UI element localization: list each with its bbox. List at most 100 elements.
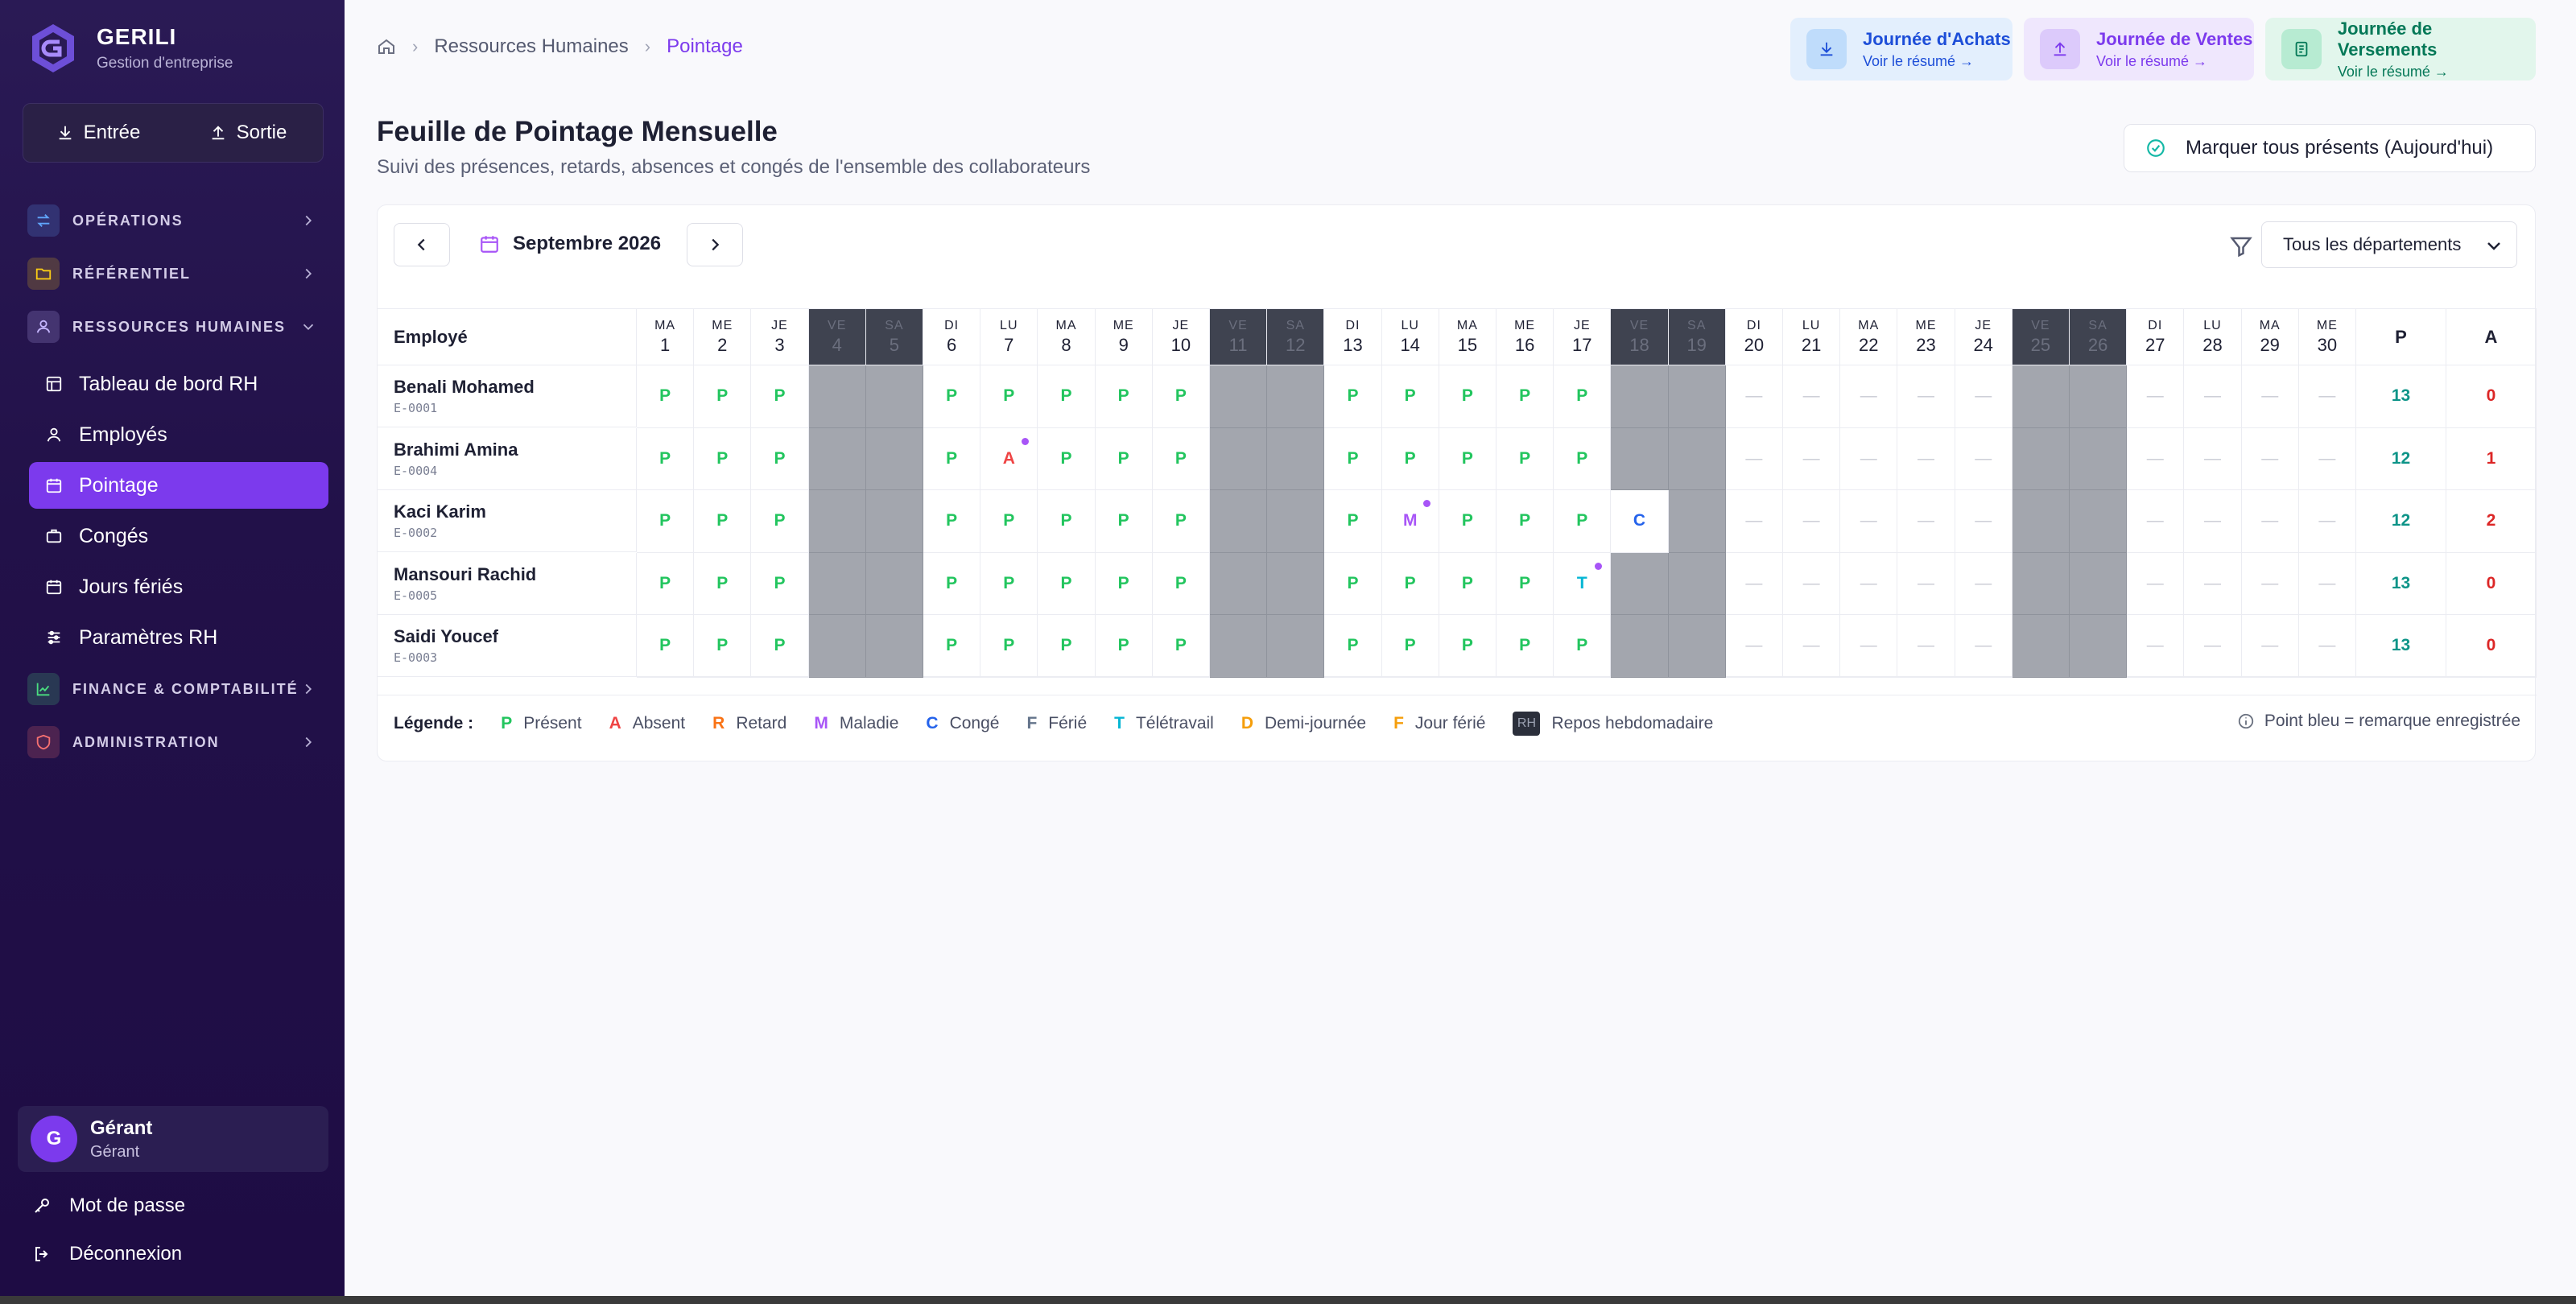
sidebar-item-0[interactable]: Tableau de bord RH — [29, 361, 328, 407]
attendance-cell[interactable]: P — [980, 552, 1038, 615]
attendance-cell[interactable]: T — [1554, 552, 1612, 615]
attendance-cell[interactable]: P — [923, 490, 981, 553]
attendance-cell[interactable]: — — [2184, 552, 2242, 615]
attendance-cell[interactable]: P — [1152, 552, 1210, 615]
attendance-cell[interactable]: P — [1095, 615, 1153, 678]
entry-button[interactable]: Entrée — [23, 104, 173, 162]
attendance-cell[interactable]: C — [1611, 490, 1669, 553]
attendance-cell[interactable]: — — [1840, 427, 1898, 490]
attendance-cell[interactable]: — — [2241, 427, 2299, 490]
attendance-cell[interactable]: — — [1955, 552, 2013, 615]
attendance-cell[interactable]: P — [637, 615, 695, 678]
attendance-cell[interactable]: P — [980, 365, 1038, 428]
sidebar-item-2[interactable]: Pointage — [29, 462, 328, 509]
prev-month-button[interactable] — [394, 223, 450, 266]
sidebar-item-3[interactable]: Congés — [29, 513, 328, 559]
attendance-cell[interactable]: — — [2241, 365, 2299, 428]
attendance-cell[interactable]: — — [1955, 365, 2013, 428]
attendance-cell[interactable]: — — [2184, 427, 2242, 490]
attendance-cell[interactable]: — — [1955, 615, 2013, 678]
attendance-cell[interactable]: — — [1725, 490, 1783, 553]
attendance-cell[interactable]: P — [694, 365, 752, 428]
attendance-cell[interactable]: P — [1324, 615, 1382, 678]
attendance-cell[interactable]: P — [1496, 427, 1554, 490]
attendance-cell[interactable]: P — [1496, 552, 1554, 615]
attendance-cell[interactable]: P — [923, 615, 981, 678]
attendance-cell[interactable]: — — [1840, 365, 1898, 428]
attendance-cell[interactable]: — — [2298, 490, 2356, 553]
attendance-cell[interactable]: P — [980, 490, 1038, 553]
attendance-cell[interactable]: M — [1381, 490, 1439, 553]
attendance-cell[interactable]: — — [2127, 552, 2185, 615]
attendance-cell[interactable]: P — [1038, 552, 1096, 615]
attendance-cell[interactable]: — — [1725, 552, 1783, 615]
attendance-cell[interactable]: P — [1152, 365, 1210, 428]
nav-section-3[interactable]: FINANCE & COMPTABILITÉ — [27, 673, 317, 705]
attendance-cell[interactable]: P — [1439, 552, 1496, 615]
attendance-cell[interactable]: — — [1783, 552, 1841, 615]
attendance-cell[interactable]: — — [2184, 615, 2242, 678]
attendance-cell[interactable]: P — [1095, 427, 1153, 490]
attendance-cell[interactable]: P — [923, 427, 981, 490]
attendance-cell[interactable]: A — [980, 427, 1038, 490]
attendance-cell[interactable]: P — [1152, 490, 1210, 553]
attendance-cell[interactable]: P — [1324, 365, 1382, 428]
attendance-cell[interactable]: — — [1897, 365, 1955, 428]
attendance-cell[interactable]: P — [637, 427, 695, 490]
attendance-cell[interactable]: P — [1038, 615, 1096, 678]
password-link[interactable]: Mot de passe — [32, 1195, 185, 1217]
attendance-cell[interactable]: P — [1554, 490, 1612, 553]
journal-card-0[interactable]: Journée d'Achats Voir le résumé → — [1790, 18, 2013, 80]
attendance-cell[interactable]: P — [923, 365, 981, 428]
journal-card-2[interactable]: Journée de Versements Voir le résumé → — [2265, 18, 2536, 80]
attendance-cell[interactable]: — — [2241, 552, 2299, 615]
attendance-cell[interactable]: P — [1038, 365, 1096, 428]
attendance-cell[interactable]: P — [1324, 490, 1382, 553]
attendance-cell[interactable]: P — [1095, 490, 1153, 553]
attendance-cell[interactable]: P — [923, 552, 981, 615]
attendance-cell[interactable]: P — [1152, 615, 1210, 678]
attendance-cell[interactable]: — — [2298, 365, 2356, 428]
attendance-cell[interactable]: P — [694, 615, 752, 678]
attendance-cell[interactable]: P — [751, 427, 809, 490]
attendance-cell[interactable]: P — [1095, 552, 1153, 615]
attendance-cell[interactable]: — — [2127, 427, 2185, 490]
attendance-cell[interactable]: P — [751, 615, 809, 678]
attendance-cell[interactable]: P — [1381, 365, 1439, 428]
attendance-cell[interactable]: P — [694, 490, 752, 553]
next-month-button[interactable] — [687, 223, 743, 266]
attendance-cell[interactable]: — — [1783, 365, 1841, 428]
attendance-cell[interactable]: — — [1725, 615, 1783, 678]
attendance-cell[interactable]: — — [1897, 615, 1955, 678]
attendance-cell[interactable]: P — [1381, 427, 1439, 490]
attendance-cell[interactable]: P — [694, 552, 752, 615]
attendance-cell[interactable]: — — [2298, 615, 2356, 678]
attendance-cell[interactable]: — — [2298, 552, 2356, 615]
attendance-cell[interactable]: — — [1840, 552, 1898, 615]
attendance-cell[interactable]: — — [2127, 365, 2185, 428]
exit-button[interactable]: Sortie — [173, 104, 323, 162]
attendance-cell[interactable]: P — [1554, 427, 1612, 490]
sidebar-item-5[interactable]: Paramètres RH — [29, 614, 328, 661]
attendance-cell[interactable]: — — [1783, 427, 1841, 490]
attendance-cell[interactable]: — — [1783, 490, 1841, 553]
attendance-cell[interactable]: P — [637, 365, 695, 428]
attendance-cell[interactable]: — — [2241, 490, 2299, 553]
logout-link[interactable]: Déconnexion — [32, 1243, 182, 1265]
attendance-cell[interactable]: P — [751, 552, 809, 615]
home-icon[interactable] — [377, 37, 396, 56]
attendance-cell[interactable]: — — [1897, 552, 1955, 615]
attendance-cell[interactable]: P — [1324, 427, 1382, 490]
nav-section-2[interactable]: RESSOURCES HUMAINES — [27, 311, 317, 343]
mark-all-present-button[interactable]: Marquer tous présents (Aujourd'hui) — [2124, 124, 2536, 172]
attendance-cell[interactable]: P — [1439, 365, 1496, 428]
attendance-cell[interactable]: P — [1496, 365, 1554, 428]
attendance-cell[interactable]: P — [1496, 490, 1554, 553]
attendance-cell[interactable]: P — [637, 490, 695, 553]
month-picker[interactable]: Septembre 2026 — [479, 233, 661, 255]
attendance-cell[interactable]: — — [1955, 490, 2013, 553]
attendance-cell[interactable]: P — [751, 365, 809, 428]
attendance-cell[interactable]: — — [2184, 365, 2242, 428]
attendance-cell[interactable]: — — [2298, 427, 2356, 490]
attendance-cell[interactable]: — — [1725, 427, 1783, 490]
